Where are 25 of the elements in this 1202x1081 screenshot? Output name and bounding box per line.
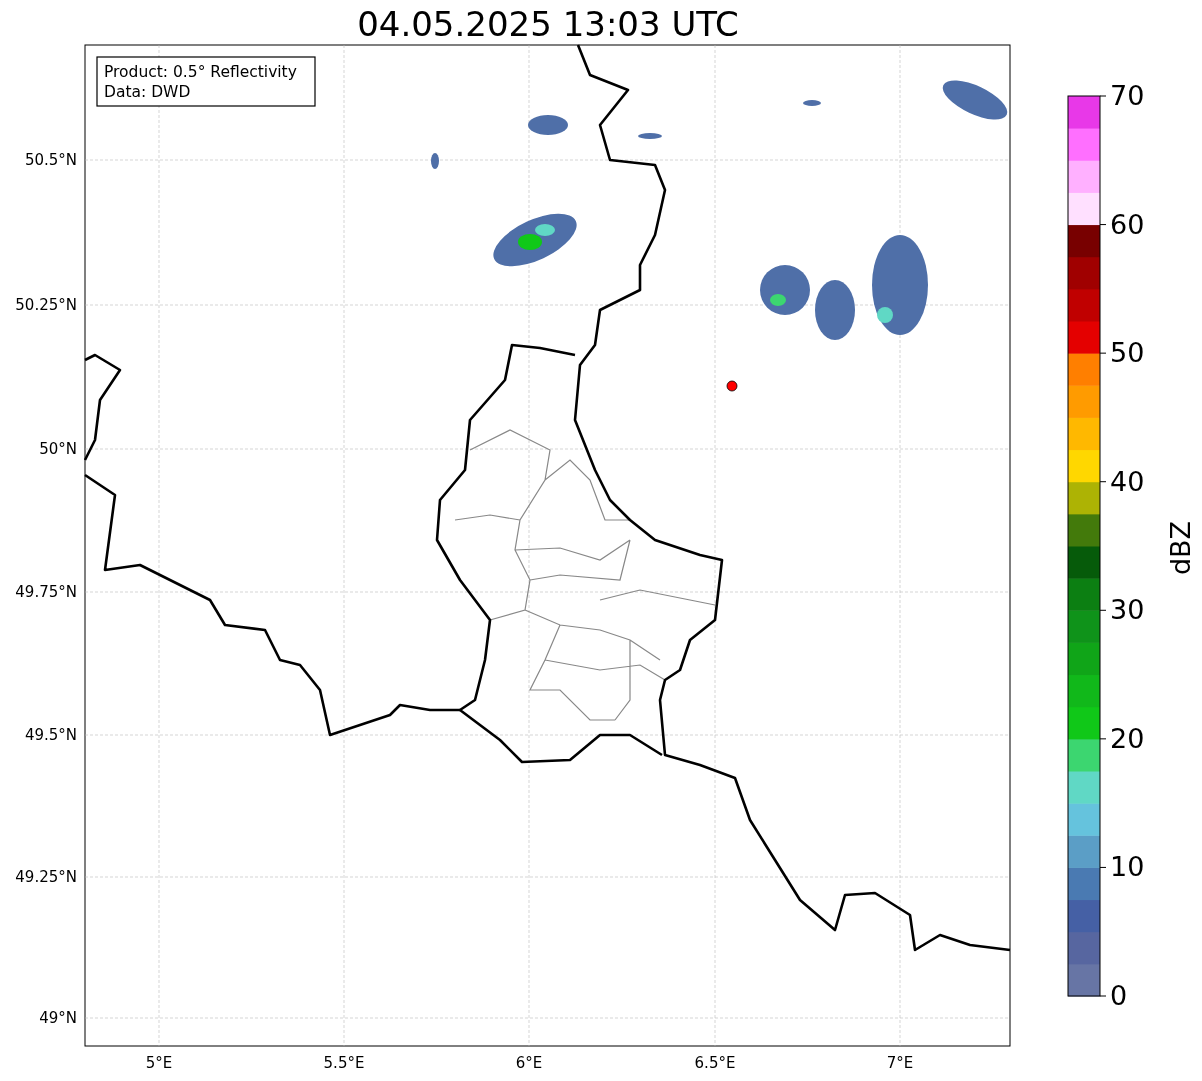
- longitude-label: 6.5°E: [694, 1054, 736, 1072]
- longitude-label: 5.5°E: [323, 1054, 365, 1072]
- longitude-label: 7°E: [886, 1054, 914, 1072]
- latitude-label: 49°N: [39, 1009, 77, 1027]
- colorbar-tick-label: 30: [1110, 594, 1145, 626]
- colorbar-tick-label: 40: [1110, 465, 1145, 497]
- latitude-label: 50.5°N: [24, 151, 77, 169]
- latitude-label: 50.25°N: [15, 296, 77, 314]
- colorbar-tick-label: 0: [1110, 980, 1128, 1011]
- legend-text: Product: 0.5° Reflectivity: [104, 63, 297, 81]
- chart-title: 04.05.2025 13:03 UTC: [357, 4, 739, 44]
- colorbar-tick-label: 60: [1110, 208, 1145, 240]
- colorbar-tick-label: 50: [1110, 337, 1145, 369]
- colorbar-tick-label: 20: [1110, 722, 1145, 754]
- colorbar-label: dBZ: [1165, 520, 1196, 576]
- longitude-label: 5°E: [145, 1054, 173, 1072]
- latitude-label: 50°N: [39, 440, 77, 458]
- latitude-label: 49.5°N: [24, 726, 77, 744]
- radar-site-marker: [726, 380, 738, 392]
- latitude-label: 49.25°N: [15, 868, 77, 886]
- colorbar-tick-label: 10: [1110, 851, 1145, 883]
- colorbar-tick-label: 70: [1110, 80, 1145, 111]
- longitude-label: 6°E: [515, 1054, 543, 1072]
- latitude-label: 49.75°N: [15, 583, 77, 601]
- legend-text: Data: DWD: [104, 83, 191, 101]
